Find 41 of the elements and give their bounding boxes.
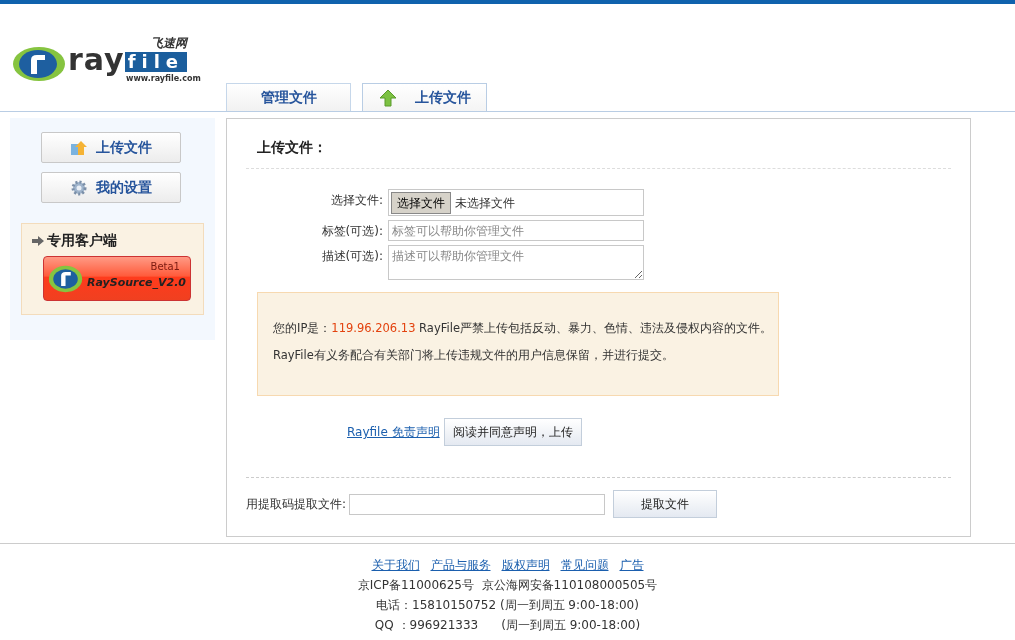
- footer-link[interactable]: 关于我们: [371, 555, 420, 575]
- section-title: 上传文件：: [246, 119, 951, 169]
- arrow-right-icon: [32, 235, 44, 246]
- footer-text: QQ ：996921333 (周一到周五 9:00-18:00): [374, 617, 641, 634]
- extract-code-field[interactable]: [349, 493, 606, 515]
- logo-url: www.rayfile.com: [126, 75, 201, 83]
- footer-link[interactable]: 广告: [619, 555, 644, 575]
- footer-link[interactable]: 版权声明: [501, 555, 550, 575]
- file-status: 未选择文件: [455, 194, 515, 212]
- choose-file-button[interactable]: 选择文件: [391, 191, 451, 214]
- textarea-field[interactable]: 描述可以帮助你管理文件: [388, 245, 644, 280]
- extract-label: 用提取码提取文件:: [246, 496, 347, 513]
- footer-text: 京ICP备11000625号 京公海网安备110108000505号: [357, 577, 658, 594]
- footer-link[interactable]: 产品与服务: [430, 555, 491, 575]
- logo-mark-icon: [12, 45, 66, 83]
- notice-text: RayFile有义务配合有关部门将上传违规文件的用户信息保留，并进行提交。: [273, 347, 675, 364]
- logo-wordmark: ray: [68, 45, 125, 75]
- tab[interactable]: 上传文件: [362, 83, 487, 111]
- sidebar-button[interactable]: 上传文件: [41, 132, 181, 163]
- file-field[interactable]: 选择文件 未选择文件: [388, 189, 644, 216]
- input-field[interactable]: 标签可以帮助你管理文件: [388, 220, 644, 241]
- settings-icon: [70, 178, 88, 197]
- disclaimer-link[interactable]: Rayfile 免责声明: [347, 423, 440, 441]
- field-label: 标签(可选):: [320, 223, 383, 240]
- upload-file-icon: [70, 138, 88, 157]
- download-client-button[interactable]: Beta1 RaySource_V2.0: [43, 256, 191, 301]
- logo-chinese-text: 飞速网: [151, 35, 188, 52]
- sidebar-button[interactable]: 我的设置: [41, 172, 181, 203]
- notice-text: 您的IP是：119.96.206.13 RayFile严禁上传包括反动、暴力、色情、违法及侵权内容的文件。: [273, 320, 773, 337]
- field-label: 描述(可选):: [320, 248, 383, 265]
- tab[interactable]: 管理文件: [226, 83, 351, 111]
- upload-button[interactable]: 阅读并同意声明，上传: [443, 418, 582, 446]
- footer-text: 电话：15810150752 (周一到周五 9:00-18:00): [376, 597, 639, 614]
- logo-wordmark: file: [124, 52, 188, 72]
- field-label: 选择文件:: [329, 192, 383, 209]
- extract-button[interactable]: 提取文件: [613, 490, 718, 518]
- client-title: 专用客户端: [47, 231, 117, 250]
- footer-link[interactable]: 常见问题: [560, 555, 609, 575]
- client-name: RaySource_V2.0: [87, 275, 186, 292]
- beta-label: Beta1: [150, 260, 180, 274]
- up-arrow-icon: [378, 88, 397, 107]
